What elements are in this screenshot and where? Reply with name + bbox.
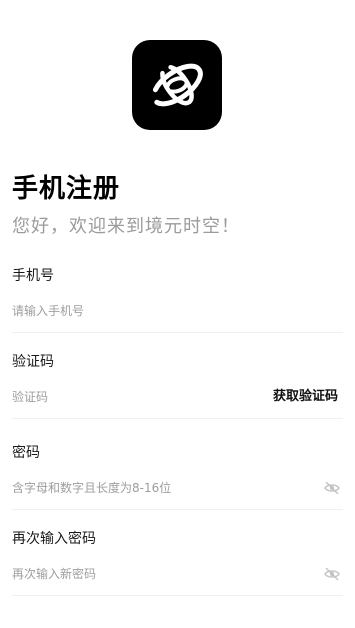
password-divider — [12, 509, 343, 510]
page-title: 手机注册 — [12, 174, 121, 204]
page-subtitle: 您好，欢迎来到境元时空！ — [12, 216, 240, 237]
code-input[interactable] — [12, 386, 212, 408]
confirm-password-label: 再次输入密码 — [12, 531, 96, 547]
phone-label: 手机号 — [12, 268, 54, 284]
get-code-button[interactable]: 获取验证码 — [273, 386, 338, 408]
password-input[interactable] — [12, 477, 242, 499]
confirm-password-divider — [12, 595, 343, 596]
password-label: 密码 — [12, 445, 40, 461]
confirm-password-visibility-toggle[interactable] — [324, 567, 340, 581]
phone-input[interactable] — [12, 300, 242, 322]
password-visibility-toggle[interactable] — [324, 481, 340, 495]
phone-divider — [12, 332, 343, 333]
orbit-logo-icon — [151, 63, 203, 107]
eye-hidden-icon — [324, 481, 340, 495]
code-divider — [12, 418, 343, 419]
eye-hidden-icon — [324, 567, 340, 581]
app-logo — [132, 40, 222, 130]
confirm-password-input[interactable] — [12, 563, 242, 585]
code-label: 验证码 — [12, 354, 54, 370]
